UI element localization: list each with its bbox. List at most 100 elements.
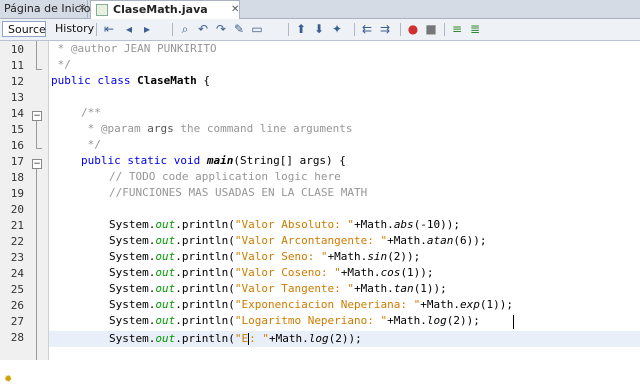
code-token: (1)); xyxy=(400,266,434,279)
toggle-bookmark-icon[interactable]: ✦ xyxy=(330,22,344,36)
class-name: ClaseMath xyxy=(130,74,197,87)
fold-toggle-icon[interactable]: − xyxy=(32,111,42,121)
method-call: cos xyxy=(380,266,401,279)
method-call: abs xyxy=(393,218,414,231)
stop-macro-icon[interactable]: ■ xyxy=(424,22,438,36)
code-token: (-10)); xyxy=(413,218,461,231)
code-line-23: System.out.println("Valor Seno: "+Math.s… xyxy=(109,249,420,265)
line-number: 17 xyxy=(10,155,24,168)
code-line-12: public class ClaseMath { xyxy=(51,73,210,89)
rect-select-icon[interactable]: ▭ xyxy=(250,22,264,36)
code-token: (1)); xyxy=(479,298,514,311)
forward-icon[interactable]: ▸ xyxy=(140,22,154,36)
string-literal: "Valor Tangente: " xyxy=(234,282,355,295)
method-call: tan xyxy=(393,282,414,295)
history-view-button[interactable]: History xyxy=(50,21,94,37)
fold-guide xyxy=(36,41,37,69)
code-token: .println( xyxy=(175,250,235,263)
code-token: .println( xyxy=(175,332,235,345)
code-token: +Math. xyxy=(340,266,381,279)
close-icon[interactable]: ✕ xyxy=(78,0,86,18)
line-number: 23 xyxy=(10,251,24,264)
code-token: .println( xyxy=(175,282,235,295)
code-editor[interactable]: * @author JEAN PUNKIRITO */ public class… xyxy=(49,41,640,360)
shift-right-icon[interactable]: ⇉ xyxy=(378,22,392,36)
line-number: 10 xyxy=(10,43,24,56)
line-number: 27 xyxy=(10,315,24,328)
fold-toggle-icon[interactable]: − xyxy=(32,159,42,169)
code-token: out xyxy=(155,250,176,263)
line-number: 15 xyxy=(10,123,24,136)
code-line-16: */ xyxy=(81,138,101,151)
find-previous-icon[interactable]: ↶ xyxy=(196,22,210,36)
uncomment-icon[interactable]: ≣ xyxy=(468,22,482,36)
code-token: .println( xyxy=(175,298,235,311)
toolbar-separator xyxy=(354,23,355,36)
string-literal: "Exponenciacion Neperiana: " xyxy=(234,298,421,311)
start-macro-icon[interactable]: ● xyxy=(406,22,420,36)
line-number: 11 xyxy=(10,59,24,72)
lightbulb-hint-icon[interactable]: ✹ xyxy=(4,374,14,385)
line-number: 24 xyxy=(10,267,24,280)
code-token: +Math. xyxy=(268,332,309,345)
line-number: 16 xyxy=(10,139,24,152)
code-line-27: System.out.println("Logaritmo Neperiano:… xyxy=(109,313,480,329)
tab-clasemath-java[interactable]: ClaseMath.java ✕ xyxy=(90,0,240,19)
code-token: +Math. xyxy=(387,234,427,247)
tab-pagina-de-inicio[interactable]: Página de Inicio ✕ xyxy=(0,0,90,18)
string-literal: "Valor Coseno: " xyxy=(234,266,341,279)
code-token: out xyxy=(155,266,176,279)
toolbar-separator xyxy=(172,23,173,36)
previous-bookmark-icon[interactable]: ⬆ xyxy=(294,22,308,36)
line-number: 28 xyxy=(10,331,24,344)
code-token: System. xyxy=(109,282,156,295)
code-line-22: System.out.println("Valor Arcontangente:… xyxy=(109,233,487,249)
code-line-11: */ xyxy=(51,58,71,71)
code-token: System. xyxy=(109,314,156,327)
editor-toolbar: Source History ⇤ ◂ ▸ ⌕ ↶ ↷ ✎ ▭ ⬆ ⬇ ✦ ⇇ ⇉… xyxy=(0,19,640,41)
comment-icon[interactable]: ≡ xyxy=(450,22,464,36)
string-literal: "Valor Arcontangente: " xyxy=(234,234,388,247)
code-token: System. xyxy=(109,298,156,311)
code-token: .println( xyxy=(175,266,235,279)
back-icon[interactable]: ◂ xyxy=(122,22,136,36)
code-line-21: System.out.println("Valor Absoluto: "+Ma… xyxy=(109,217,460,233)
find-selection-icon[interactable]: ⌕ xyxy=(178,22,192,36)
code-token: System. xyxy=(109,266,156,279)
fold-guide xyxy=(36,169,37,360)
close-icon[interactable]: ✕ xyxy=(231,1,239,19)
find-next-icon[interactable]: ↷ xyxy=(214,22,228,36)
code-line-10: * @author JEAN PUNKIRITO xyxy=(51,42,217,55)
code-token: out xyxy=(155,282,176,295)
code-token: +Math. xyxy=(354,218,394,231)
comment-text: * @param xyxy=(81,122,148,135)
line-number: 19 xyxy=(10,187,24,200)
method-call: log xyxy=(308,332,329,345)
last-edit-icon[interactable]: ⇤ xyxy=(102,22,116,36)
line-number: 18 xyxy=(10,171,24,184)
code-token: out xyxy=(155,314,176,327)
toggle-highlight-icon[interactable]: ✎ xyxy=(232,22,246,36)
code-token: .println( xyxy=(175,218,235,231)
code-line-17: public static void main(String[] args) { xyxy=(81,153,346,169)
next-bookmark-icon[interactable]: ⬇ xyxy=(312,22,326,36)
code-token: out xyxy=(155,298,176,311)
line-number: 12 xyxy=(10,75,24,88)
code-token: out xyxy=(155,332,176,345)
code-token: (2)); xyxy=(328,332,362,345)
editor-tab-bar: Página de Inicio ✕ ClaseMath.java ✕ xyxy=(0,0,640,19)
code-line-15: * @param args the command line arguments xyxy=(81,121,353,137)
code-line-25: System.out.println("Valor Tangente: "+Ma… xyxy=(109,281,447,297)
line-number-gutter: 10 11 12 13 14 15 16 17 18 19 20 21 22 2… xyxy=(0,41,49,385)
shift-left-icon[interactable]: ⇇ xyxy=(360,22,374,36)
source-view-button[interactable]: Source xyxy=(2,21,46,37)
code-token: .println( xyxy=(175,234,235,247)
toolbar-separator xyxy=(444,23,445,36)
fold-guide-end xyxy=(36,69,42,70)
code-token: System. xyxy=(109,332,156,345)
code-token: +Math. xyxy=(354,282,394,295)
line-number: 26 xyxy=(10,299,24,312)
line-number: 22 xyxy=(10,235,24,248)
code-token: .println( xyxy=(175,314,235,327)
line-number: 13 xyxy=(10,91,24,104)
